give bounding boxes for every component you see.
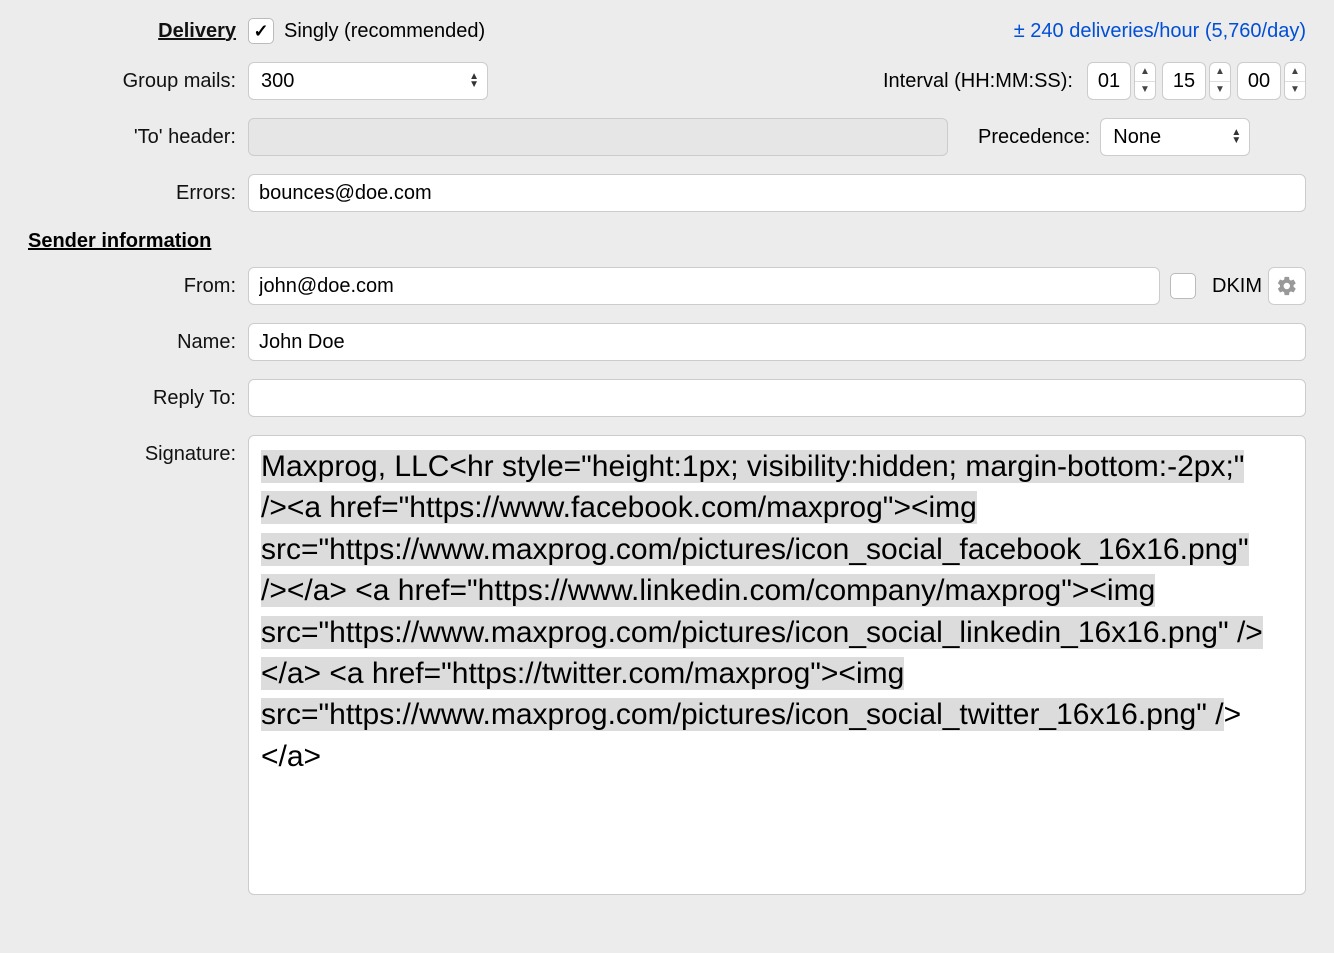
from-input[interactable] bbox=[248, 267, 1160, 305]
interval-mm-stepper: ▲ ▼ bbox=[1162, 62, 1231, 100]
from-label: From: bbox=[28, 275, 248, 298]
replyto-input[interactable] bbox=[248, 379, 1306, 417]
signature-selected-text: Maxprog, LLC<hr style="height:1px; visib… bbox=[261, 450, 1263, 731]
group-mails-select[interactable]: 300 ▲▼ bbox=[248, 62, 488, 100]
dkim-settings-button[interactable] bbox=[1268, 267, 1306, 305]
dkim-label: DKIM bbox=[1212, 275, 1262, 298]
check-icon: ✓ bbox=[253, 21, 268, 42]
singly-checkbox[interactable]: ✓ bbox=[248, 18, 274, 44]
errors-label: Errors: bbox=[28, 182, 248, 205]
interval-ss-up[interactable]: ▲ bbox=[1285, 63, 1305, 82]
interval-mm-down[interactable]: ▼ bbox=[1210, 82, 1230, 100]
interval-hh-up[interactable]: ▲ bbox=[1135, 63, 1155, 82]
interval-mm-up[interactable]: ▲ bbox=[1210, 63, 1230, 82]
delivery-row: Delivery ✓ Singly (recommended) ± 240 de… bbox=[28, 18, 1306, 44]
signature-label: Signature: bbox=[28, 435, 248, 466]
sender-information-heading: Sender information bbox=[28, 230, 1306, 253]
delivery-heading: Delivery bbox=[28, 20, 248, 43]
dkim-checkbox[interactable] bbox=[1170, 273, 1196, 299]
interval-mm-buttons: ▲ ▼ bbox=[1209, 62, 1231, 100]
interval-ss-down[interactable]: ▼ bbox=[1285, 82, 1305, 100]
to-header-row: 'To' header: Precedence: None ▲▼ bbox=[28, 118, 1306, 156]
singly-label: Singly (recommended) bbox=[284, 20, 485, 43]
group-mails-label: Group mails: bbox=[28, 70, 248, 93]
delivery-rate-link[interactable]: ± 240 deliveries/hour (5,760/day) bbox=[1014, 20, 1306, 43]
signature-textarea[interactable]: Maxprog, LLC<hr style="height:1px; visib… bbox=[248, 435, 1306, 895]
signature-row: Signature: Maxprog, LLC<hr style="height… bbox=[28, 435, 1306, 895]
interval-hh-down[interactable]: ▼ bbox=[1135, 82, 1155, 100]
precedence-select[interactable]: None ▲▼ bbox=[1100, 118, 1250, 156]
interval-mm-input[interactable] bbox=[1162, 62, 1206, 100]
name-label: Name: bbox=[28, 331, 248, 354]
to-header-label: 'To' header: bbox=[28, 126, 248, 149]
precedence-value: None bbox=[1113, 126, 1161, 149]
group-mails-value: 300 bbox=[261, 70, 294, 93]
interval-ss-buttons: ▲ ▼ bbox=[1284, 62, 1306, 100]
gear-icon bbox=[1276, 275, 1298, 297]
errors-input[interactable] bbox=[248, 174, 1306, 212]
to-header-input[interactable] bbox=[248, 118, 948, 156]
chevron-updown-icon: ▲▼ bbox=[1231, 129, 1241, 145]
replyto-label: Reply To: bbox=[28, 387, 248, 410]
precedence-label: Precedence: bbox=[978, 126, 1090, 149]
interval-label: Interval (HH:MM:SS): bbox=[883, 70, 1073, 93]
group-mails-row: Group mails: 300 ▲▼ Interval (HH:MM:SS):… bbox=[28, 62, 1306, 100]
errors-row: Errors: bbox=[28, 174, 1306, 212]
replyto-row: Reply To: bbox=[28, 379, 1306, 417]
name-row: Name: bbox=[28, 323, 1306, 361]
name-input[interactable] bbox=[248, 323, 1306, 361]
interval-hh-buttons: ▲ ▼ bbox=[1134, 62, 1156, 100]
from-row: From: DKIM bbox=[28, 267, 1306, 305]
interval-hh-stepper: ▲ ▼ bbox=[1087, 62, 1156, 100]
chevron-updown-icon: ▲▼ bbox=[469, 73, 479, 89]
interval-hh-input[interactable] bbox=[1087, 62, 1131, 100]
interval-ss-input[interactable] bbox=[1237, 62, 1281, 100]
interval-ss-stepper: ▲ ▼ bbox=[1237, 62, 1306, 100]
